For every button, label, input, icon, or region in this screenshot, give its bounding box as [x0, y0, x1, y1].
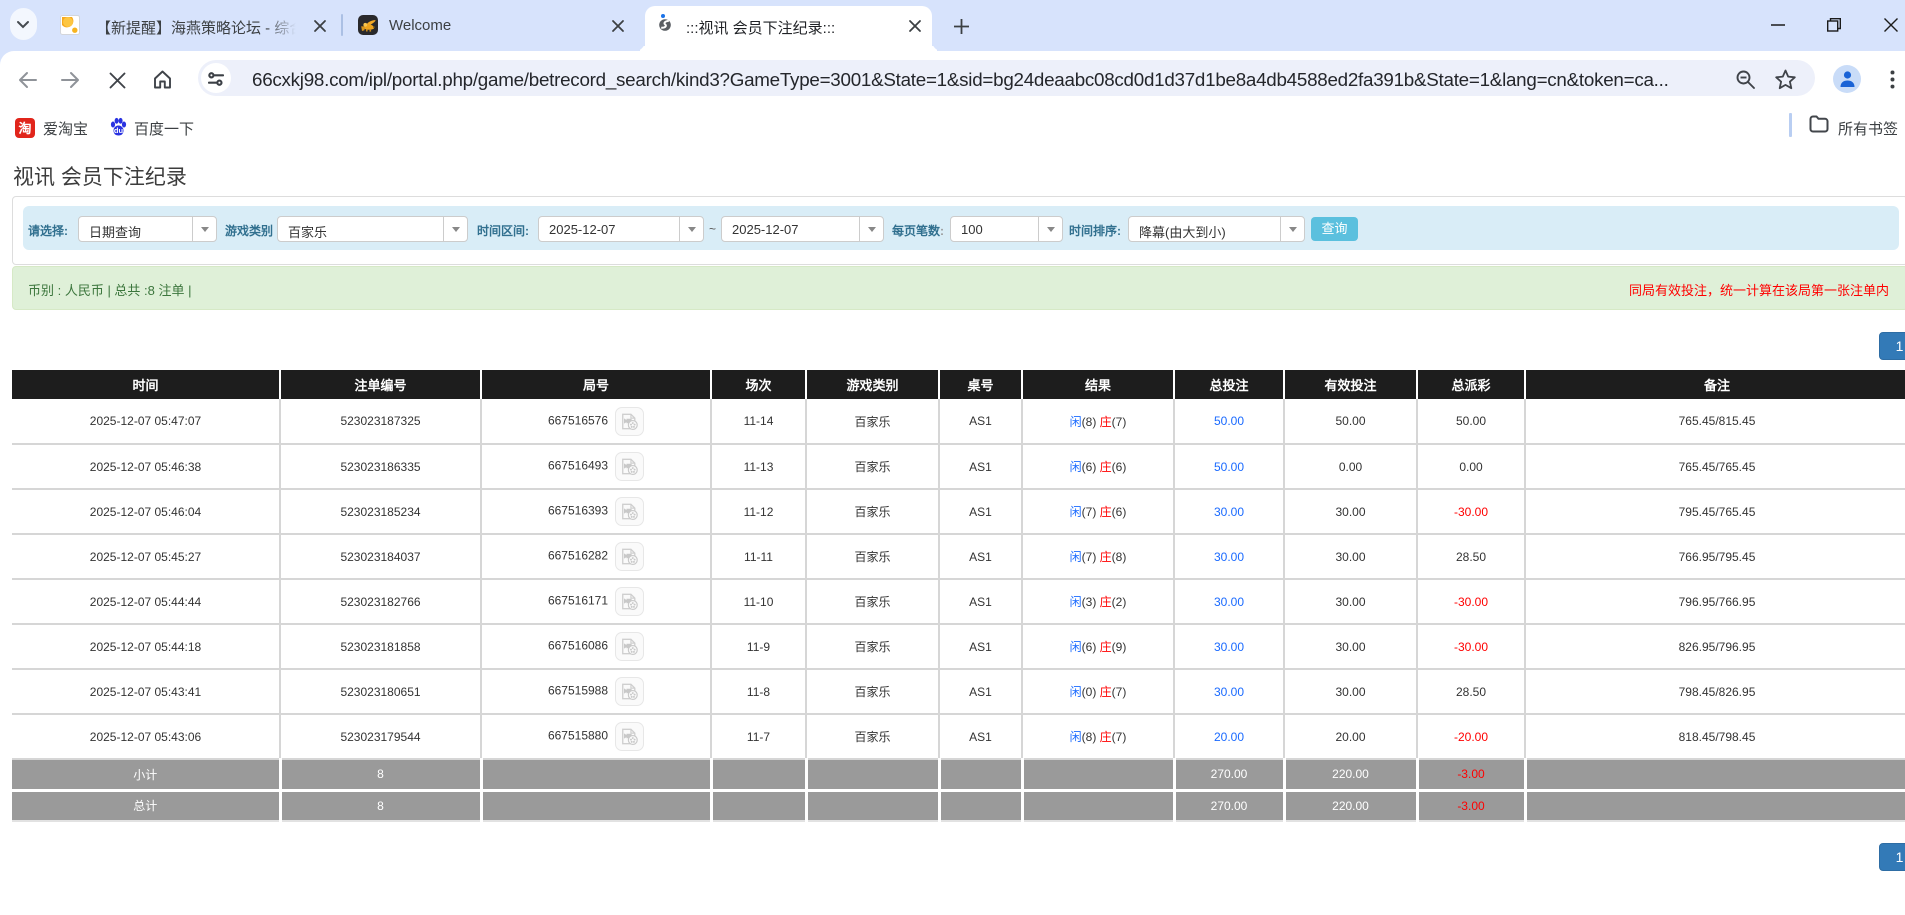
svg-text:du: du [114, 126, 124, 135]
svg-text:淘: 淘 [18, 121, 31, 136]
